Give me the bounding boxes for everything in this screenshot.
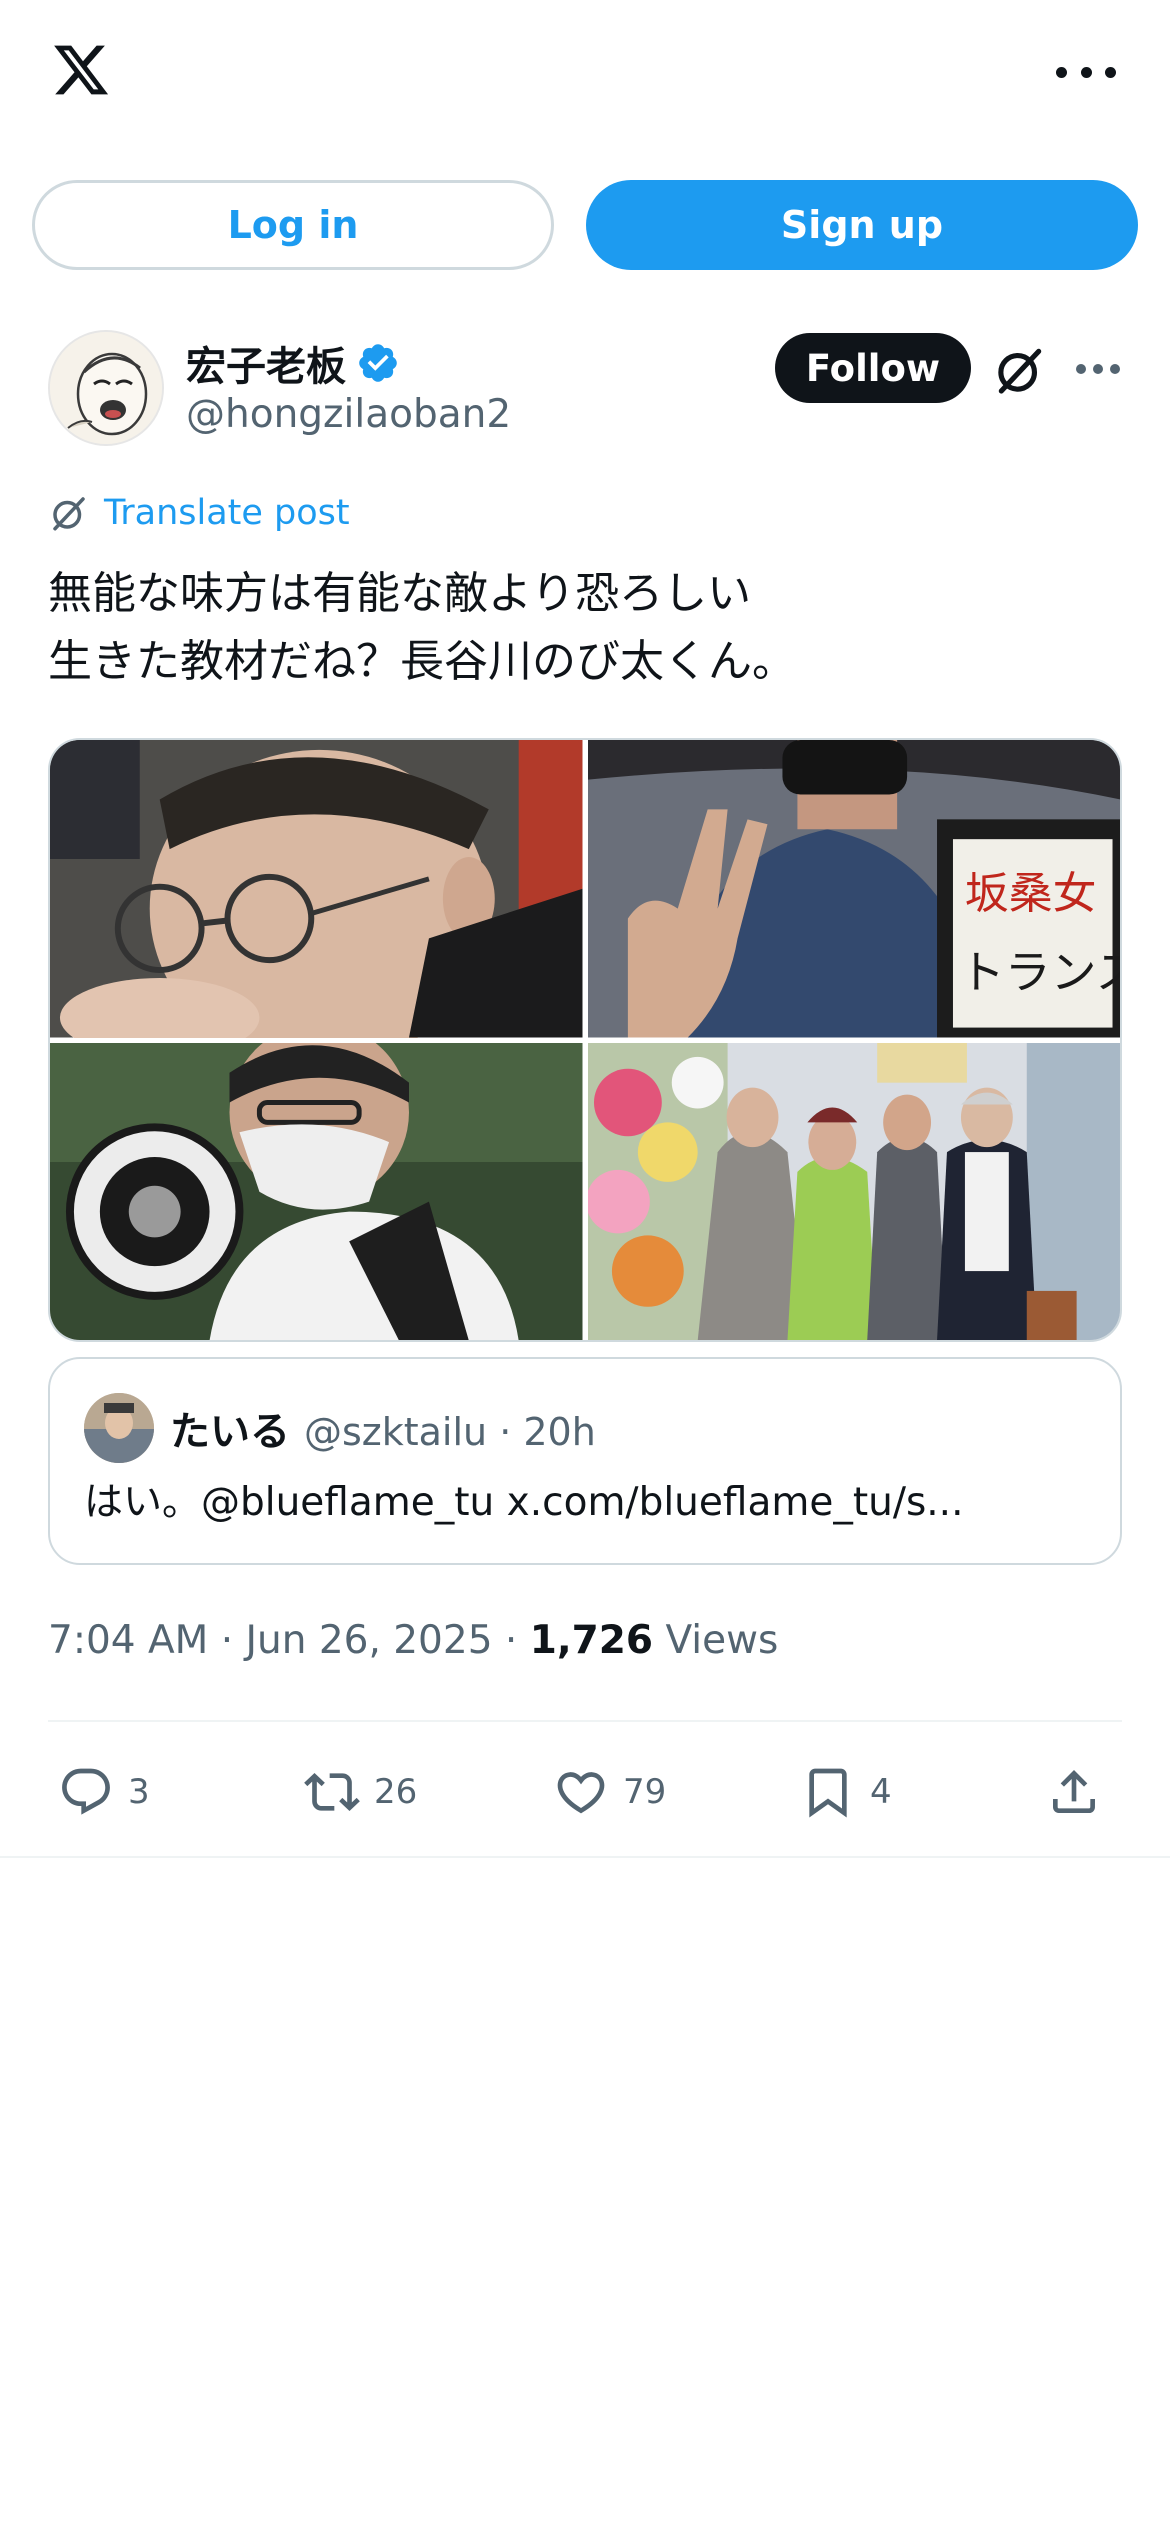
photo-sign-text: トランス差 (958, 946, 1120, 999)
like-button[interactable]: 79 (553, 1752, 666, 1832)
post-text: 無能な味方は有能な敵より恐ろしい 生きた教材だね？長谷川のび太くん。 (48, 560, 1128, 696)
reply-icon (62, 1768, 110, 1815)
post-text-line: 無能な味方は有能な敵より恐ろしい (48, 568, 752, 619)
more-horizontal-icon[interactable] (1076, 364, 1120, 376)
reply-button[interactable]: 3 (58, 1752, 150, 1832)
x-logo-icon[interactable] (48, 40, 114, 100)
photo-sign-text: 坂桑女 (964, 869, 1096, 920)
author-name-row: 宏子老板 (186, 334, 400, 392)
author-handle[interactable]: @hongzilaoban2 (186, 392, 511, 437)
more-horizontal-icon[interactable] (1056, 52, 1116, 92)
bookmark-button[interactable]: 4 (800, 1752, 892, 1832)
translate-post-link[interactable]: Translate post (48, 492, 350, 534)
repost-button[interactable]: 26 (304, 1752, 417, 1832)
repost-icon (304, 1773, 360, 1811)
post-timestamp: 7:04 AM · Jun 26, 2025 · 1,726 Views (48, 1618, 778, 1663)
grok-icon[interactable] (992, 342, 1048, 398)
views-label: Views (665, 1618, 779, 1663)
sign-up-button[interactable]: Sign up (586, 180, 1138, 270)
quoted-meta: @szktailu · 20h (304, 1410, 596, 1454)
repost-count: 26 (374, 1772, 418, 1812)
post-photo-1[interactable] (50, 740, 583, 1038)
follow-button[interactable]: Follow (775, 333, 971, 403)
post-author: 宏子老板 @hongzilaoban2 Follow (48, 330, 1128, 450)
display-name[interactable]: 宏子老板 (186, 334, 346, 392)
quoted-text: はい。@blueflame_tu x.com/blueflame_tu/s... (84, 1480, 964, 1525)
quoted-header: たいる @szktailu · 20h (170, 1399, 596, 1457)
quoted-avatar[interactable] (84, 1393, 154, 1463)
translate-post-label: Translate post (104, 493, 350, 533)
bookmark-count: 4 (870, 1772, 892, 1812)
divider (0, 1856, 1170, 1858)
reply-count: 3 (128, 1772, 150, 1812)
share-icon (1053, 1770, 1095, 1813)
like-count: 79 (623, 1772, 667, 1812)
post-time[interactable]: 7:04 AM · Jun 26, 2025 · (48, 1618, 530, 1663)
post-photo-3[interactable] (50, 1042, 583, 1340)
divider (48, 1720, 1122, 1722)
media-grid: 坂桑女 トランス差 (48, 738, 1122, 1342)
bookmark-icon (809, 1768, 847, 1818)
action-bar: 3 26 79 4 (48, 1752, 1122, 1832)
grok-icon (53, 497, 85, 531)
top-bar (0, 0, 1170, 150)
views-count: 1,726 (529, 1618, 654, 1663)
log-in-button[interactable]: Log in (32, 180, 554, 270)
avatar[interactable] (48, 330, 164, 446)
heart-icon (557, 1772, 605, 1814)
verified-badge-icon (359, 344, 397, 382)
post-photo-2[interactable]: 坂桑女 トランス差 (587, 740, 1120, 1038)
share-button[interactable] (1046, 1752, 1102, 1832)
quoted-post[interactable]: たいる @szktailu · 20h はい。@blueflame_tu x.c… (48, 1357, 1122, 1565)
auth-buttons: Log in Sign up (32, 180, 1138, 270)
quoted-display-name: たいる (170, 1409, 290, 1455)
post-text-line: 生きた教材だね？長谷川のび太くん。 (48, 636, 796, 687)
post-photo-4[interactable] (587, 1042, 1120, 1340)
